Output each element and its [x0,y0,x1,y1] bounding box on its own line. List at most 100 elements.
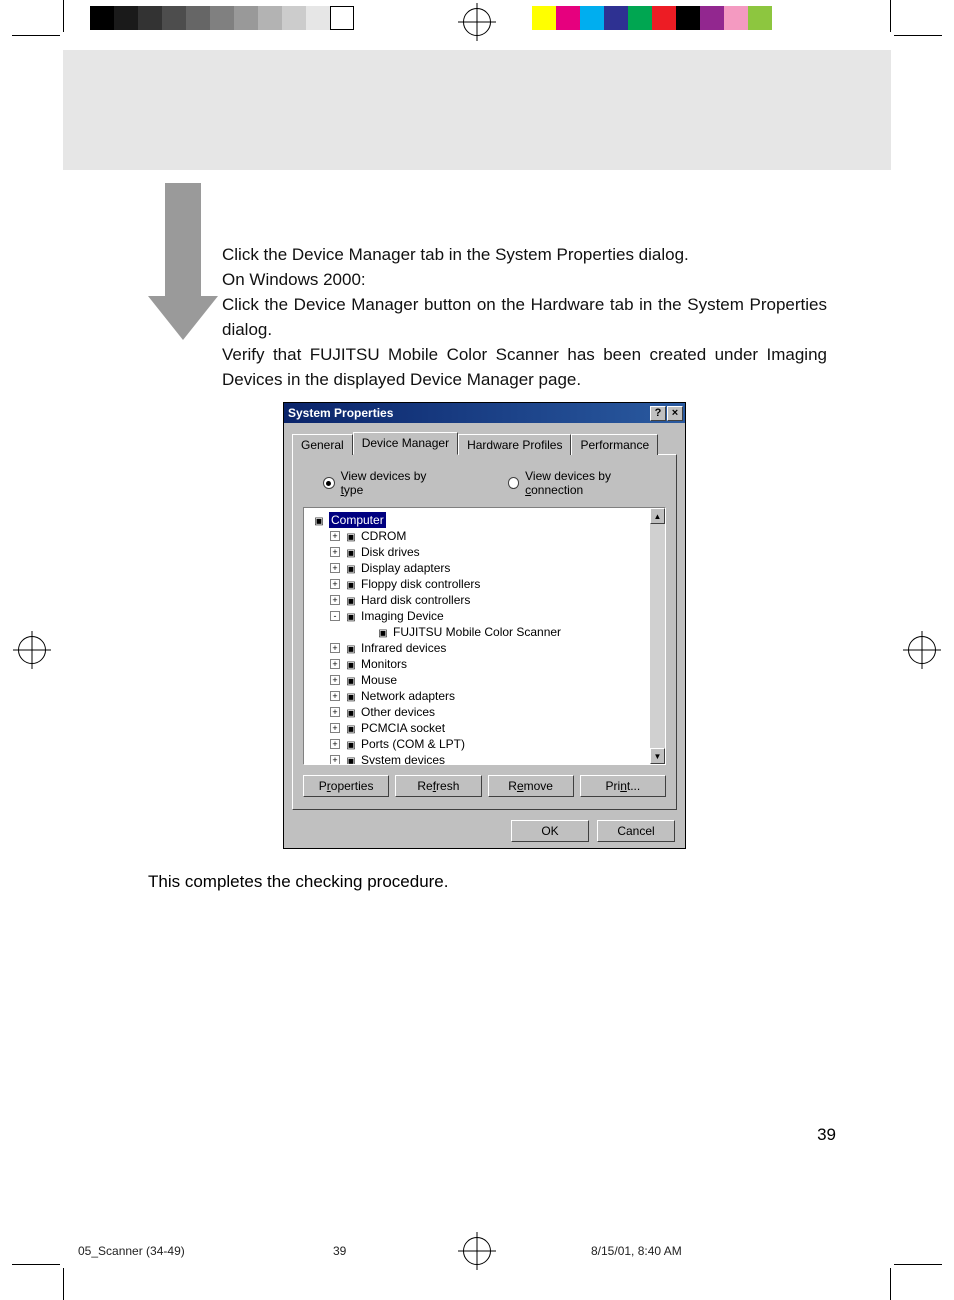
tree-item-label: Hard disk controllers [361,592,470,608]
tree-item-label: Other devices [361,704,435,720]
tree-item[interactable]: +▣PCMCIA socket [306,720,647,736]
footer-datetime: 8/15/01, 8:40 AM [591,1244,682,1258]
footer-file: 05_Scanner (34-49) [78,1244,333,1258]
tree-item[interactable]: + ▣Other devices [306,704,647,720]
tree-item-label: Computer [329,512,386,528]
tree-item-label: Monitors [361,656,407,672]
expand-icon[interactable]: + [330,659,340,669]
radio-icon [323,477,335,489]
device-icon: ▣ [344,754,358,764]
tree-item-label: PCMCIA socket [361,720,445,736]
tree-item[interactable]: + ▣CDROM [306,528,647,544]
tab-panel: View devices by type View devices by con… [292,454,677,810]
tab-row: General Device Manager Hardware Profiles… [292,431,677,454]
device-icon: ▣ [344,610,358,622]
tree-item-label: Display adapters [361,560,450,576]
continuation-arrow-icon [148,183,218,340]
tree-item[interactable]: +▣Disk drives [306,544,647,560]
crop-mark [894,35,942,36]
registration-mark-icon [908,636,936,664]
system-properties-dialog: System Properties ? × General Device Man… [283,402,686,849]
tree-item-label: Imaging Device [361,608,444,624]
tree-item-label: FUJITSU Mobile Color Scanner [393,624,561,640]
device-icon: ▣ [344,674,358,686]
registration-mark-icon [18,636,46,664]
remove-button[interactable]: Remove [488,775,574,797]
tree-item-label: Infrared devices [361,640,446,656]
expand-icon[interactable]: + [330,563,340,573]
crop-mark [890,0,891,32]
expand-icon[interactable]: + [330,643,340,653]
device-tree[interactable]: ▣Computer+▣CDROM+▣Disk drives+▣Display a… [303,507,666,765]
refresh-button[interactable]: Refresh [395,775,481,797]
expand-icon[interactable]: + [330,707,340,717]
expand-icon[interactable]: + [330,691,340,701]
expand-icon[interactable]: + [330,675,340,685]
tree-item[interactable]: ▣Computer [306,512,647,528]
properties-button[interactable]: Properties [303,775,389,797]
completion-text: This completes the checking procedure. [148,872,449,892]
cancel-button[interactable]: Cancel [597,820,675,842]
color-calibration-bar [532,6,772,30]
device-icon: ▣ [344,706,358,718]
dialog-title: System Properties [288,406,393,420]
tree-item-label: CDROM [361,528,406,544]
device-icon: ▣ [344,530,358,542]
tree-item[interactable]: + ▣Ports (COM & LPT) [306,736,647,752]
tab-general[interactable]: General [292,434,353,455]
scroll-up-icon[interactable]: ▲ [650,508,665,524]
expand-icon[interactable]: + [330,547,340,557]
crop-mark [12,1264,60,1265]
device-icon: ▣ [344,546,358,558]
expand-icon[interactable]: + [330,755,340,764]
tree-item[interactable]: + ▣Network adapters [306,688,647,704]
expand-icon[interactable]: + [330,579,340,589]
tree-item-label: Network adapters [361,688,455,704]
tree-item-label: System devices [361,752,445,764]
radio-view-by-connection[interactable]: View devices by connection [508,469,666,497]
expand-icon[interactable]: + [330,739,340,749]
help-button[interactable]: ? [650,406,666,421]
device-icon: ▣ [344,594,358,606]
tree-item-label: Ports (COM & LPT) [361,736,465,752]
radio-view-by-type[interactable]: View devices by type [323,469,448,497]
tree-item[interactable]: +▣Floppy disk controllers [306,576,647,592]
print-footer: 05_Scanner (34-49) 39 8/15/01, 8:40 AM [78,1244,878,1258]
crop-mark [890,1268,891,1300]
tree-item-label: Floppy disk controllers [361,576,480,592]
tree-item[interactable]: + ▣Mouse [306,672,647,688]
expand-icon[interactable]: + [330,723,340,733]
registration-mark-icon [463,8,491,36]
tree-item[interactable]: + ▣System devices [306,752,647,764]
crop-mark [12,35,60,36]
expand-icon[interactable]: + [330,531,340,541]
tree-item[interactable]: +▣Infrared devices [306,640,647,656]
scrollbar[interactable]: ▲ ▼ [649,508,665,764]
page-number: 39 [817,1125,836,1145]
tree-item[interactable]: + ▣Hard disk controllers [306,592,647,608]
radio-icon [508,477,520,489]
device-icon: ▣ [344,658,358,670]
instruction-line: Click the Device Manager button on the H… [222,292,827,342]
tree-item-label: Mouse [361,672,397,688]
print-button[interactable]: Print... [580,775,666,797]
tree-item[interactable]: + ▣Display adapters [306,560,647,576]
page-header-block [63,50,891,170]
tree-item[interactable]: + ▣Monitors [306,656,647,672]
ok-button[interactable]: OK [511,820,589,842]
tab-hardware-profiles[interactable]: Hardware Profiles [458,434,571,455]
device-icon: ▣ [344,690,358,702]
close-button[interactable]: × [667,406,683,421]
device-icon: ▣ [344,738,358,750]
dialog-titlebar: System Properties ? × [284,403,685,423]
tree-item[interactable]: -▣Imaging Device [306,608,647,624]
tab-performance[interactable]: Performance [571,434,658,455]
crop-mark [894,1264,942,1265]
tree-item[interactable]: ▣FUJITSU Mobile Color Scanner [306,624,647,640]
scroll-down-icon[interactable]: ▼ [650,748,665,764]
expand-icon[interactable]: + [330,595,340,605]
tab-device-manager[interactable]: Device Manager [353,432,458,455]
grayscale-calibration-bar [90,6,354,30]
expand-icon[interactable]: - [330,611,340,621]
device-icon: ▣ [344,562,358,574]
